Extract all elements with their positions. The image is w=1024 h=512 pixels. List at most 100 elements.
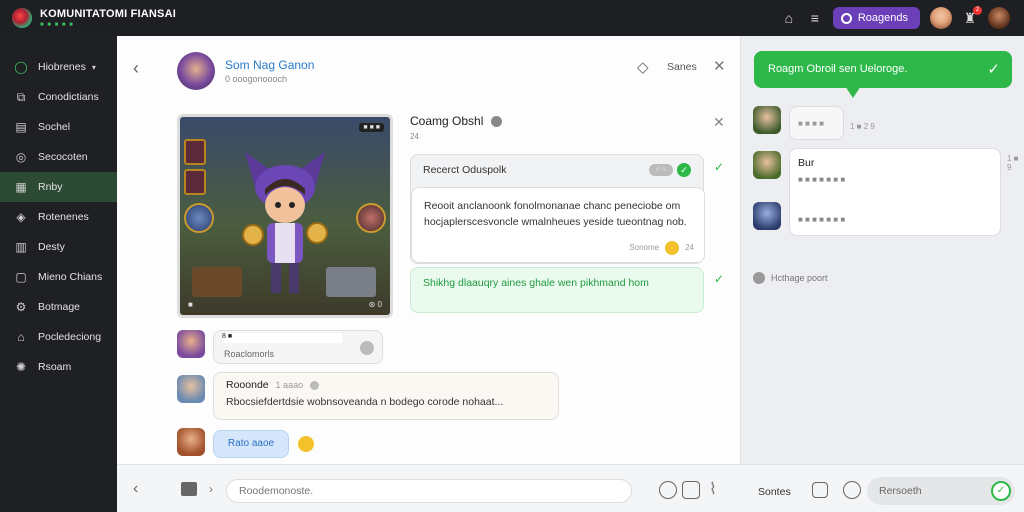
group-row-header[interactable]: Recerct Oduspolk ○ ○ ✓ [411, 155, 703, 185]
contact-status: 0 ooogonoooch [225, 74, 288, 84]
app-logo[interactable] [12, 8, 32, 28]
composer-label[interactable]: Sontes [758, 486, 791, 498]
group-message-box: Recerct Oduspolk ○ ○ ✓ Reooit anclanoonk… [410, 154, 705, 264]
sidebar-item-4[interactable]: ▦ Rnby [0, 172, 117, 202]
group-message-body: Reooit anclanoonk fonolmonanae chanc pen… [411, 187, 705, 263]
world-icon: ✺ [15, 360, 27, 374]
sidebar-item-label: Sochel [38, 121, 71, 133]
back-icon[interactable]: ‹ [133, 480, 138, 498]
send-label: Rersoeth [879, 485, 922, 497]
app-subtitle: ■ ■ ■ ■ ■ [40, 21, 74, 28]
profile-avatar[interactable] [930, 7, 952, 29]
message-meta-count: 24 [685, 243, 694, 252]
globe-icon: ◎ [15, 150, 27, 164]
sidebar-item-9[interactable]: ⌂ Pocledeciong [0, 322, 117, 352]
message-bubble: Rooonde 1 aaao Rbocsiefdertdsie wobnsove… [213, 372, 559, 420]
enemy-portrait[interactable] [356, 203, 386, 233]
sidebar-item-2[interactable]: ▤ Sochel [0, 112, 117, 142]
sidebar-item-label: Hiobrenes [38, 61, 86, 73]
sidebar-item-10[interactable]: ✺ Rsoam [0, 352, 117, 382]
box-icon[interactable] [181, 482, 197, 496]
avatar[interactable] [177, 330, 205, 358]
group-title-text: Coamg Obshl [410, 114, 484, 128]
item-slot[interactable] [184, 169, 206, 195]
check-icon[interactable]: ✓ [987, 51, 1000, 88]
avatar[interactable] [753, 106, 781, 134]
chevron-right-icon[interactable]: › [209, 482, 213, 496]
avatar[interactable] [753, 151, 781, 179]
emoji-icon[interactable] [659, 481, 677, 499]
header-label[interactable]: Sanes [667, 61, 697, 73]
book-icon: ▤ [15, 120, 27, 134]
tag-icon[interactable]: ◇ [637, 58, 649, 76]
reply-sender: 8 ■ [222, 333, 342, 343]
avatar[interactable] [753, 202, 781, 230]
close-icon[interactable]: ✕ [713, 114, 725, 131]
calendar-icon: ▥ [15, 240, 27, 254]
sidebar-item-8[interactable]: ⚙ Botmage [0, 292, 117, 322]
status-pill: ○ ○ [649, 164, 673, 176]
sidebar-item-3[interactable]: ◎ Secocoten [0, 142, 117, 172]
sidebar-item-label: Rnby [38, 181, 63, 193]
sidebar-item-7[interactable]: ▢ Mieno Chians [0, 262, 117, 292]
sidebar-item-label: Rsoam [38, 361, 72, 373]
notifications[interactable]: ♜ 2 [962, 5, 982, 27]
roagends-button[interactable]: Roagends [832, 7, 920, 29]
reply-message[interactable]: 8 ■ Roaclomorls [213, 330, 383, 364]
square-icon: ▢ [15, 270, 27, 284]
group-row-label: Recerct Oduspolk [423, 164, 507, 176]
message-header: Rooonde 1 aaao [226, 379, 546, 391]
smile-emoji-icon[interactable] [665, 241, 680, 255]
sidebar: ◯ Hiobrenes ▾ ⧉ Conodictians ▤ Sochel ◎ … [0, 36, 117, 512]
game-tag: ■ ■ ■ [359, 123, 384, 132]
send-button[interactable]: ✓ [991, 481, 1011, 501]
avatar[interactable] [177, 375, 205, 403]
gear-icon [753, 272, 765, 284]
home-icon[interactable]: ⌂ [781, 10, 797, 26]
reply-icon[interactable] [360, 341, 374, 355]
sidebar-item-0[interactable]: ◯ Hiobrenes ▾ [0, 52, 117, 82]
controller-icon: ⧉ [16, 90, 26, 104]
sidebar-item-label: Botmage [38, 301, 81, 313]
avatar[interactable] [177, 428, 205, 456]
roagends-label: Roagends [857, 12, 908, 24]
send-field[interactable]: Rersoeth ✓ [867, 477, 1015, 505]
emoji-reaction-icon[interactable] [298, 436, 314, 452]
small-message-meta: 1 ■ 2 9 [850, 122, 875, 131]
globe-icon: ◯ [14, 60, 28, 74]
close-icon[interactable]: ✕ [713, 57, 726, 75]
contact-avatar[interactable] [177, 52, 215, 90]
sidebar-item-6[interactable]: ▥ Desty [0, 232, 117, 262]
sidebar-item-label: Pocledeciong [38, 331, 102, 343]
small-message: ■ ■ ■ ■ [789, 106, 844, 140]
hero-character-image [242, 152, 328, 293]
blue-message[interactable]: Rato aaoe [213, 430, 289, 458]
sidebar-item-1[interactable]: ⧉ Conodictians [0, 82, 117, 112]
sidebar-item-5[interactable]: ◈ Rotenenes [0, 202, 117, 232]
game-card-image[interactable]: ■ ■ ■ ■ ⊛ 0 [177, 114, 393, 318]
sticker-icon[interactable] [812, 482, 828, 498]
message-input[interactable] [226, 479, 632, 503]
item-slot[interactable] [184, 139, 206, 165]
message-author: Rooonde [226, 379, 269, 391]
smile-icon[interactable] [843, 481, 861, 499]
toast-text: Roagm Obroil sen Ueloroge. [768, 63, 908, 75]
image-icon[interactable] [682, 481, 700, 499]
ally-portrait[interactable] [184, 203, 214, 233]
chat-panel: ‹ Som Nag Ganon 0 ooogonoooch ◇ Sanes ✕ [117, 36, 740, 464]
app-title: KOMUNITATOMI FIANSAI [40, 7, 176, 20]
attach-icon[interactable]: ⌇ [709, 479, 717, 499]
menu-icon[interactable]: ≡ [807, 10, 823, 26]
sidebar-item-label: Desty [38, 241, 65, 253]
user-avatar[interactable] [988, 7, 1010, 29]
sticker-icon [490, 116, 502, 128]
back-button[interactable]: ‹ [133, 58, 139, 79]
sidebar-item-label: Mieno Chians [38, 271, 103, 283]
game-foot-right: ⊛ 0 [368, 300, 382, 309]
check-icon: ✓ [677, 163, 691, 177]
contact-name[interactable]: Som Nag Ganon [225, 58, 314, 72]
toast-tail [845, 86, 861, 98]
bubble-line: ■ ■ ■ ■ ■ ■ ■ [798, 175, 846, 184]
panel-footer[interactable]: Hcthage poort [753, 272, 828, 284]
sidebar-item-label: Rotenenes [38, 211, 89, 223]
